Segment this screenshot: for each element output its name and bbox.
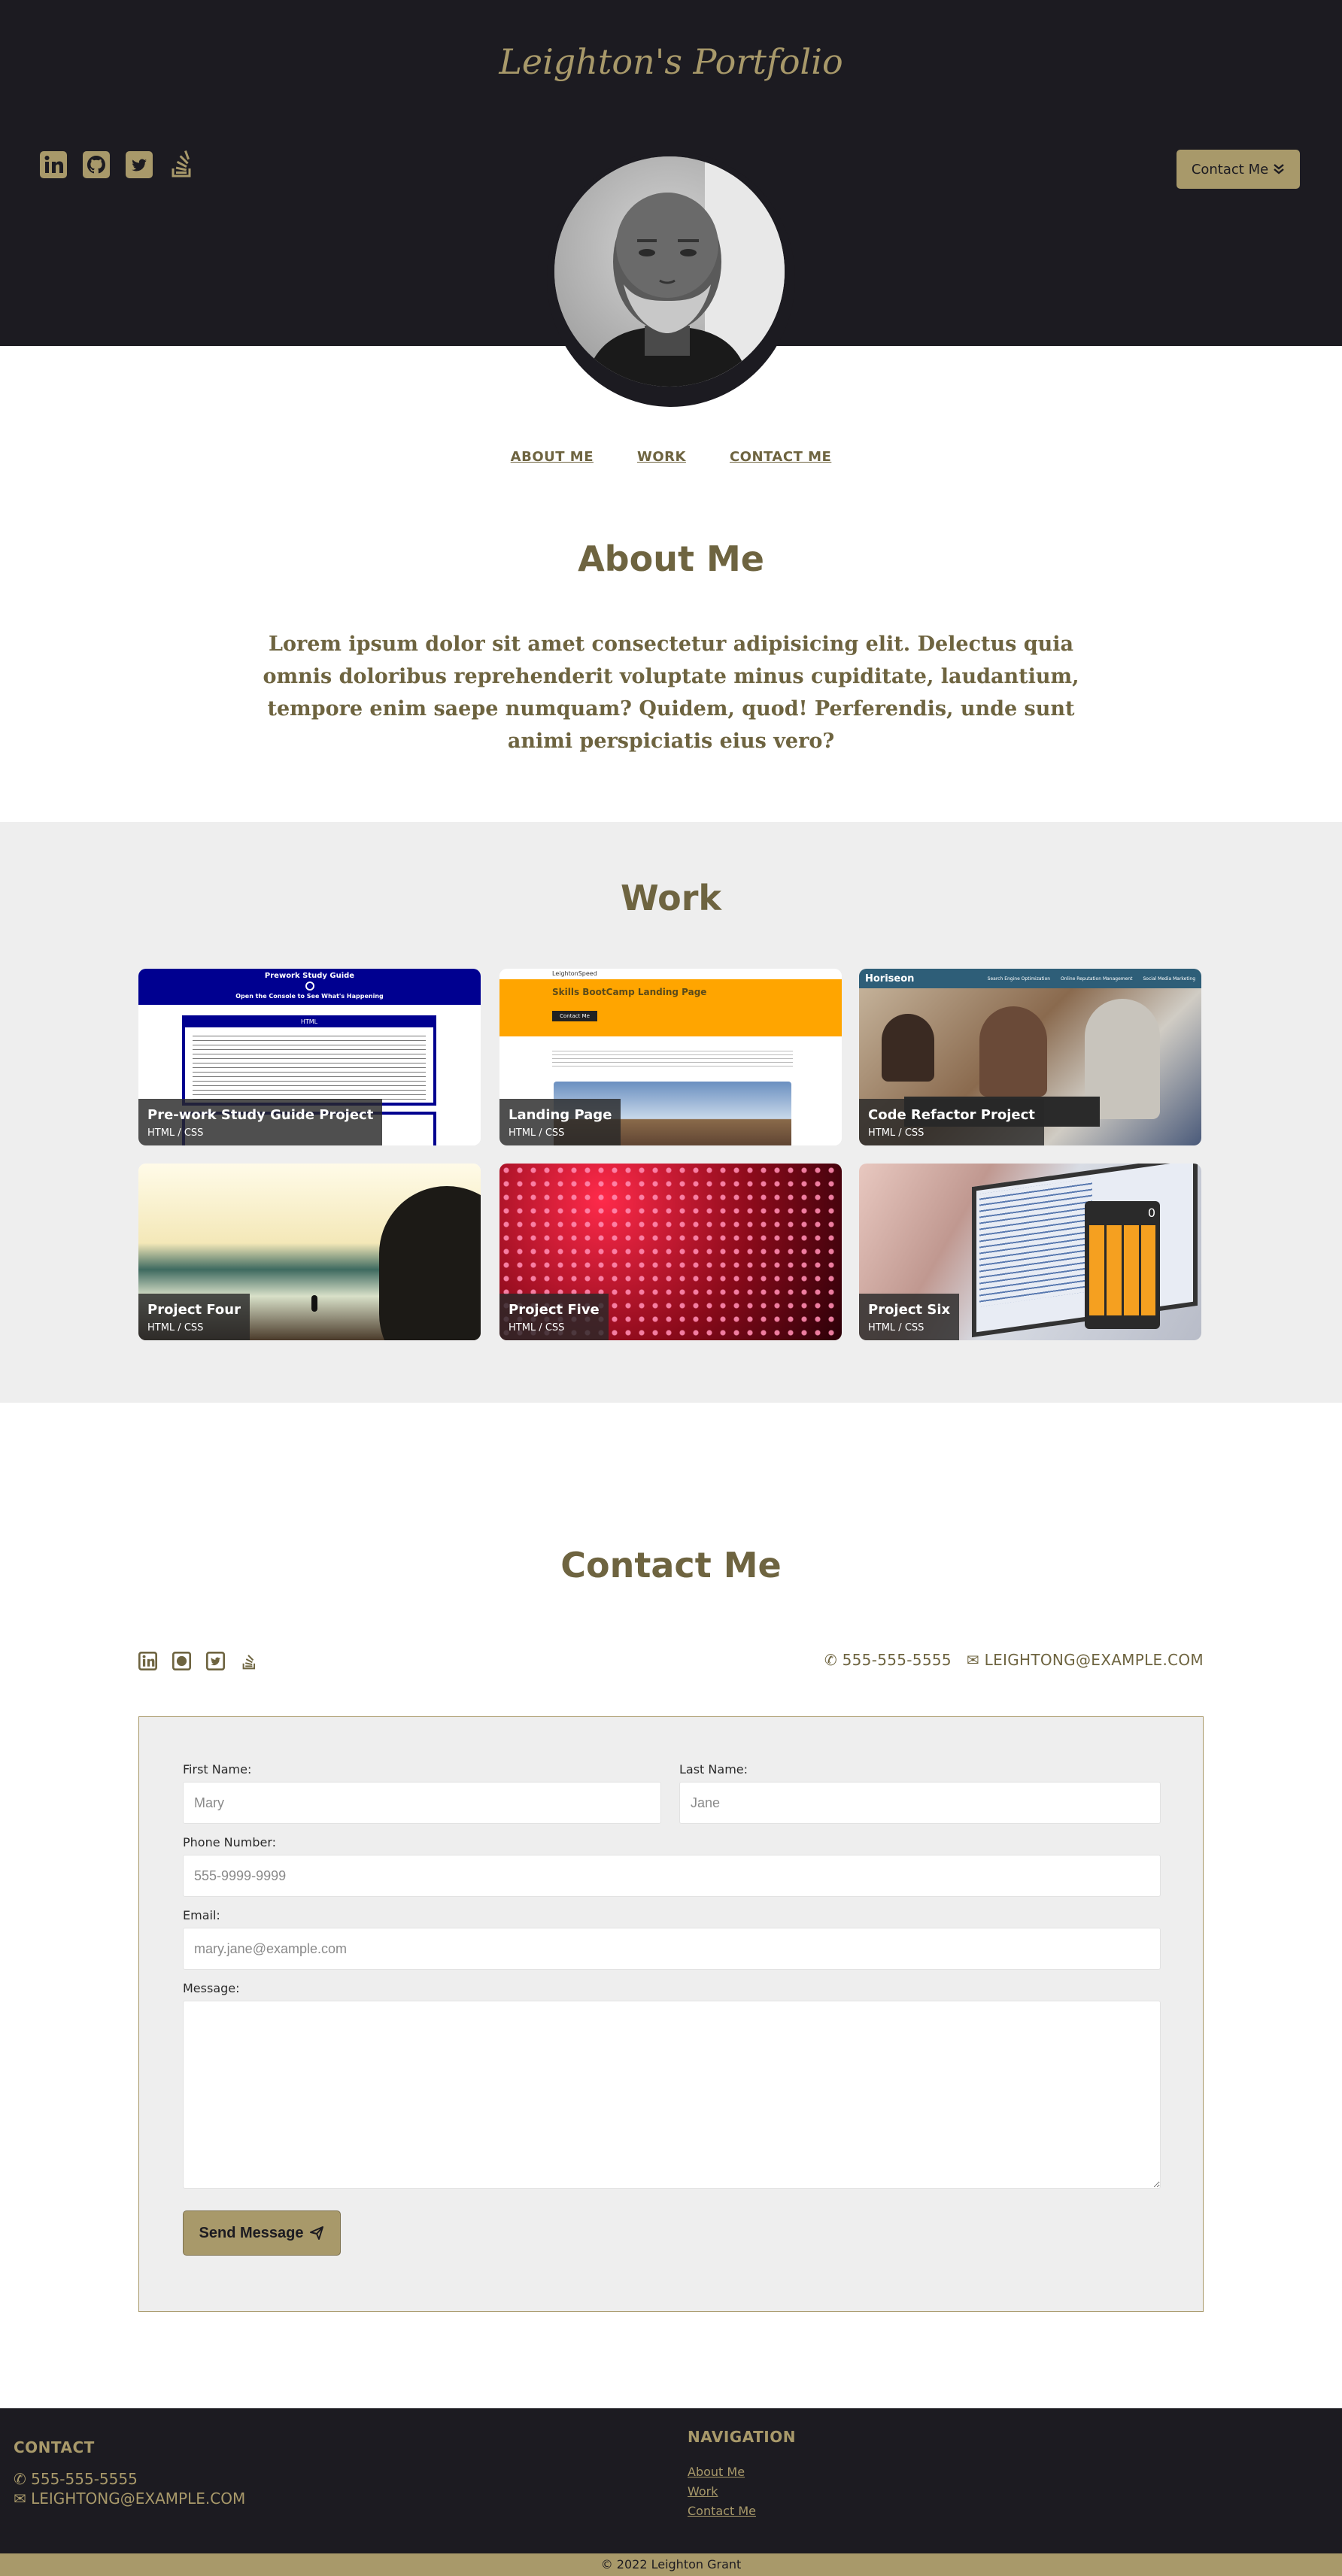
footer-phone[interactable]: ✆ 555-555-5555 (14, 2470, 138, 2488)
last-name-input[interactable] (679, 1782, 1161, 1824)
phone-icon: ✆ (824, 1651, 837, 1669)
project-tech: HTML / CSS (147, 1322, 204, 1334)
footer-link-about[interactable]: About Me (688, 2465, 745, 2479)
first-name-label: First Name: (183, 1762, 252, 1776)
project-tech: HTML / CSS (147, 1127, 204, 1139)
email-label: Email: (183, 1908, 220, 1922)
message-textarea[interactable] (183, 2001, 1161, 2189)
nav-link-about[interactable]: ABOUT ME (511, 449, 594, 465)
about-text: Lorem ipsum dolor sit amet consectetur a… (263, 633, 1079, 753)
project-card[interactable]: Prework Study Guide Open the Console to … (138, 969, 481, 1145)
contact-form: First Name: Last Name: Phone Number: Ema… (138, 1716, 1204, 2312)
thumb-nav-item: Online Reputation Management (1061, 975, 1133, 982)
project-card[interactable]: Project Five HTML / CSS (499, 1164, 842, 1340)
thumb-calc-display: 0 (1147, 1206, 1155, 1220)
contact-phone[interactable]: 555-555-5555 (843, 1651, 952, 1669)
footer-nav-heading: NAVIGATION (688, 2428, 796, 2446)
linkedin-icon[interactable] (39, 150, 68, 179)
about-title: About Me (578, 539, 764, 579)
project-tech: HTML / CSS (868, 1127, 925, 1139)
stackoverflow-icon[interactable] (240, 1652, 259, 1670)
profile-photo (554, 156, 785, 387)
project-tech: HTML / CSS (509, 1322, 565, 1334)
copyright-bar: © 2022 Leighton Grant (0, 2553, 1342, 2576)
project-card[interactable]: 0 Project Six HTML / CSS (859, 1164, 1201, 1340)
double-chevron-down-icon (1274, 164, 1284, 174)
first-name-input[interactable] (183, 1782, 661, 1824)
project-title: Project Six (868, 1302, 951, 1318)
project-label: Code Refactor Project HTML / CSS (859, 1099, 1044, 1145)
contact-social-links (138, 1652, 259, 1670)
footer-link-contact[interactable]: Contact Me (688, 2504, 756, 2518)
work-title: Work (621, 878, 721, 918)
send-message-label: Send Message (199, 2224, 304, 2241)
phone-input[interactable] (183, 1855, 1161, 1897)
project-label: Project Six HTML / CSS (859, 1294, 960, 1340)
project-title: Pre-work Study Guide Project (147, 1107, 374, 1123)
footer-contact-heading: CONTACT (14, 2438, 95, 2456)
project-label: Project Four HTML / CSS (138, 1294, 250, 1340)
paper-plane-icon (310, 2226, 324, 2240)
github-icon[interactable] (172, 1652, 191, 1670)
last-name-label: Last Name: (679, 1762, 748, 1776)
project-card[interactable]: Horiseon Search Engine Optimization Onli… (859, 969, 1201, 1145)
twitter-icon[interactable] (206, 1652, 225, 1670)
project-label: Project Five HTML / CSS (499, 1294, 609, 1340)
thumb-brand: LeightonSpeed (552, 970, 597, 977)
main-nav: ABOUT ME WORK CONTACT ME (0, 449, 1342, 465)
project-tech: HTML / CSS (509, 1127, 565, 1139)
thumb-brand: Horiseon (865, 972, 915, 985)
contact-me-label: Contact Me (1191, 161, 1269, 177)
footer-link-work[interactable]: Work (688, 2484, 718, 2499)
contact-title: Contact Me (560, 1545, 782, 1585)
site-footer: CONTACT ✆ 555-555-5555 ✉ LEIGHTONG@EXAMP… (0, 2408, 1342, 2553)
thumb-heading: Prework Study Guide (264, 972, 355, 980)
footer-phone-text: 555-555-5555 (31, 2470, 138, 2488)
thumb-box-heading: HTML (185, 1018, 433, 1027)
avatar (554, 156, 785, 387)
contact-info: ✆ 555-555-5555 ✉ LEIGHTONG@EXAMPLE.COM (782, 1651, 1204, 1669)
nav-link-work[interactable]: WORK (637, 449, 686, 465)
project-label: Landing Page HTML / CSS (499, 1099, 621, 1145)
project-label: Pre-work Study Guide Project HTML / CSS (138, 1099, 383, 1145)
site-brand[interactable]: Leighton's Portfolio (0, 41, 1342, 82)
thumb-heading: Skills BootCamp Landing Page (552, 987, 707, 997)
thumb-button: Contact Me (552, 1011, 597, 1021)
project-title: Project Five (509, 1302, 600, 1318)
project-card[interactable]: LeightonSpeed Skills BootCamp Landing Pa… (499, 969, 842, 1145)
footer-email[interactable]: ✉ LEIGHTONG@EXAMPLE.COM (14, 2490, 245, 2508)
thumb-nav-item: Search Engine Optimization (987, 975, 1051, 982)
footer-email-text: LEIGHTONG@EXAMPLE.COM (31, 2490, 246, 2508)
github-icon[interactable] (82, 150, 111, 179)
project-title: Project Four (147, 1302, 241, 1318)
thumb-nav-item: Social Media Marketing (1143, 975, 1195, 982)
email-input[interactable] (183, 1928, 1161, 1970)
thumb-subheading: Open the Console to See What's Happening (235, 993, 384, 1000)
send-message-button[interactable]: Send Message (183, 2210, 341, 2256)
stackoverflow-icon[interactable] (168, 150, 196, 179)
linkedin-icon[interactable] (138, 1652, 157, 1670)
message-label: Message: (183, 1981, 240, 1995)
project-title: Landing Page (509, 1107, 612, 1123)
project-title: Code Refactor Project (868, 1107, 1035, 1123)
envelope-icon: ✉ (14, 2490, 26, 2508)
nav-link-contact[interactable]: CONTACT ME (730, 449, 831, 465)
project-card[interactable]: Project Four HTML / CSS (138, 1164, 481, 1340)
contact-email[interactable]: LEIGHTONG@EXAMPLE.COM (985, 1651, 1204, 1669)
phone-label: Phone Number: (183, 1835, 277, 1849)
twitter-icon[interactable] (125, 150, 153, 179)
header-social-links (39, 150, 196, 179)
phone-icon: ✆ (14, 2470, 26, 2488)
contact-me-button[interactable]: Contact Me (1177, 150, 1300, 189)
project-tech: HTML / CSS (868, 1322, 925, 1334)
envelope-icon: ✉ (966, 1651, 979, 1669)
